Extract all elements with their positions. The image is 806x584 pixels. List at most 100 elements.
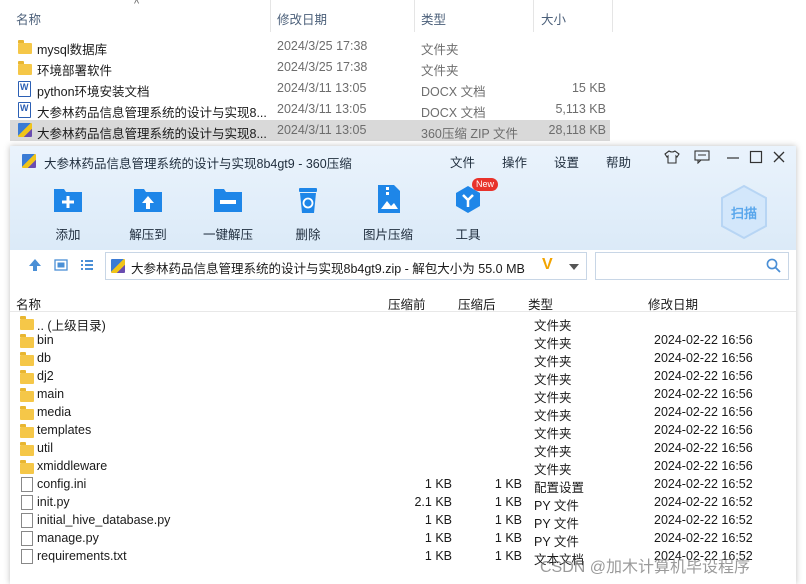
search-input[interactable] — [595, 252, 789, 280]
menu-help[interactable]: 帮助 — [606, 152, 631, 171]
zip-file-row[interactable]: .. (上级目录) 文件夹 — [10, 314, 796, 333]
add-label: 添加 — [55, 228, 81, 242]
explorer-row[interactable]: python环境安装文档 2024/3/11 13:05 DOCX 文档 15 KB — [10, 78, 610, 99]
explorer-row[interactable]: 大参林药品信息管理系统的设计与实现8... 2024/3/11 13:05 DOCX… — [10, 99, 610, 120]
zip-cell-modified: 2024-02-22 16:56 — [654, 459, 753, 473]
explorer-cell-date: 2024/3/11 13:05 — [277, 81, 367, 95]
close-icon[interactable] — [772, 150, 786, 168]
col-type[interactable]: 类型 — [528, 294, 553, 313]
zip-cell-before: 1 KB — [424, 477, 452, 491]
zip-cell-modified: 2024-02-22 16:52 — [654, 531, 753, 545]
explorer-cell-type: 文件夹 — [421, 64, 459, 78]
delete-label: 删除 — [295, 228, 321, 242]
image-compress-button[interactable]: 图片压缩 — [358, 184, 418, 244]
zip-cell-after: 1 KB — [494, 531, 522, 545]
zip-cell-before: 1 KB — [424, 531, 452, 545]
extract-to-button[interactable]: 解压到 — [118, 184, 178, 244]
zip-file-row[interactable]: dj2 文件夹 2024-02-22 16:56 — [10, 368, 796, 387]
explorer-cell-type: 360压缩 ZIP 文件 — [421, 127, 519, 141]
up-arrow-icon[interactable] — [28, 258, 42, 275]
explorer-col-type[interactable]: 类型 — [421, 9, 446, 28]
folder-icon — [20, 334, 34, 348]
zip-file-row[interactable]: initial_hive_database.py 1 KB 1 KB PY 文件 202… — [10, 512, 796, 531]
menu-file[interactable]: 文件 — [450, 152, 475, 171]
thumbnail-view-icon[interactable] — [54, 259, 68, 274]
image-compress-label: 图片压缩 — [362, 228, 413, 242]
one-click-extract-button[interactable]: 一键解压 — [198, 184, 258, 244]
zip-file-row[interactable]: manage.py 1 KB 1 KB PY 文件 2024-02-22 16:52 — [10, 530, 796, 549]
zip-cell-after: 1 KB — [494, 549, 522, 563]
zip-file-row[interactable]: bin 文件夹 2024-02-22 16:56 — [10, 332, 796, 351]
zip-file-row[interactable]: xmiddleware 文件夹 2024-02-22 16:56 — [10, 458, 796, 477]
scan-button[interactable]: 扫描 — [720, 184, 768, 240]
file-icon — [21, 513, 33, 528]
zip-file-row[interactable]: templates 文件夹 2024-02-22 16:56 — [10, 422, 796, 441]
address-bar[interactable]: 大参林药品信息管理系统的设计与实现8b4gt9.zip - 解包大小为 55.0… — [105, 252, 587, 280]
one-click-extract-icon — [214, 189, 242, 212]
explorer-col-size[interactable]: 大小 — [541, 9, 566, 28]
explorer-cell-name: python环境安装文档 — [37, 85, 150, 99]
folder-icon — [20, 460, 34, 474]
delete-button[interactable]: 删除 — [278, 184, 338, 244]
file-icon — [21, 531, 33, 546]
zip-file-row[interactable]: db 文件夹 2024-02-22 16:56 — [10, 350, 796, 369]
list-view-icon[interactable] — [80, 259, 94, 274]
col-modified[interactable]: 修改日期 — [648, 294, 698, 313]
zip-cell-before: 2.1 KB — [414, 495, 452, 509]
one-click-extract-label: 一键解压 — [202, 228, 253, 242]
watermark-text: CSDN @加木计算机毕设程序 — [540, 559, 751, 576]
explorer-row[interactable]: 大参林药品信息管理系统的设计与实现8... 2024/3/11 13:05 360压… — [10, 120, 610, 141]
col-before[interactable]: 压缩前 — [388, 294, 426, 313]
explorer-col-name[interactable]: 名称 — [16, 9, 41, 28]
zip-file-row[interactable]: config.ini 1 KB 1 KB 配置设置 2024-02-22 16:52 — [10, 476, 796, 495]
search-icon[interactable] — [766, 258, 781, 276]
zip-cell-name: main — [37, 387, 65, 401]
feedback-icon[interactable] — [694, 150, 710, 168]
shirt-skin-icon[interactable] — [664, 150, 680, 168]
zip-cell-name: db — [37, 351, 51, 365]
explorer-row[interactable]: mysql数据库 2024/3/25 17:38 文件夹 — [10, 36, 610, 57]
explorer-cell-type: DOCX 文档 — [421, 106, 486, 120]
zip-file-row[interactable]: main 文件夹 2024-02-22 16:56 — [10, 386, 796, 405]
zip-list-header: 名称 压缩前 压缩后 类型 修改日期 — [10, 291, 796, 312]
tools-label: 工具 — [455, 228, 481, 242]
zip-cell-modified: 2024-02-22 16:52 — [654, 495, 753, 509]
zip-file-icon — [111, 259, 125, 273]
menu-settings[interactable]: 设置 — [554, 152, 579, 171]
minimize-icon[interactable] — [726, 150, 740, 168]
zip-cell-modified: 2024-02-22 16:56 — [654, 405, 753, 419]
explorer-cell-name: mysql数据库 — [37, 43, 108, 57]
col-name[interactable]: 名称 — [16, 294, 41, 313]
dropdown-arrow-icon[interactable] — [568, 260, 580, 274]
zip-file-row[interactable]: init.py 2.1 KB 1 KB PY 文件 2024-02-22 16:52 — [10, 494, 796, 513]
col-after[interactable]: 压缩后 — [458, 294, 496, 313]
zip-file-row[interactable]: util 文件夹 2024-02-22 16:56 — [10, 440, 796, 459]
folder-icon — [18, 40, 32, 54]
zip-file-row[interactable]: media 文件夹 2024-02-22 16:56 — [10, 404, 796, 423]
tools-button[interactable]: New 工具 — [438, 178, 499, 244]
docx-icon — [18, 81, 31, 97]
folder-icon — [20, 406, 34, 420]
zip-cell-name: util — [37, 441, 53, 455]
explorer-cell-date: 2024/3/11 13:05 — [277, 123, 367, 137]
image-compress-icon — [378, 185, 400, 213]
zip-cell-after: 1 KB — [494, 513, 522, 527]
zip-cell-modified: 2024-02-22 16:56 — [654, 441, 753, 455]
maximize-icon[interactable] — [749, 150, 763, 168]
explorer-row[interactable]: 环境部署软件 2024/3/25 17:38 文件夹 — [10, 57, 610, 78]
zip-cell-after: 1 KB — [494, 495, 522, 509]
zip-cell-name: xmiddleware — [37, 459, 108, 473]
explorer-cell-name: 环境部署软件 — [37, 64, 113, 78]
add-icon — [54, 189, 82, 212]
v-logo-icon[interactable]: V — [542, 256, 553, 274]
add-button[interactable]: 添加 — [38, 184, 98, 244]
explorer-cell-size: 5,113 KB — [555, 102, 606, 116]
docx-icon — [18, 102, 31, 118]
menu-operate[interactable]: 操作 — [502, 152, 527, 171]
zip-cell-modified: 2024-02-22 16:56 — [654, 351, 753, 365]
address-text: 大参林药品信息管理系统的设计与实现8b4gt9.zip - 解包大小为 55.0… — [131, 262, 525, 276]
zip-cell-name: config.ini — [37, 477, 87, 491]
zip-cell-modified: 2024-02-22 16:56 — [654, 387, 753, 401]
explorer-col-modified[interactable]: 修改日期 — [277, 9, 327, 28]
explorer-cell-type: DOCX 文档 — [421, 85, 486, 99]
